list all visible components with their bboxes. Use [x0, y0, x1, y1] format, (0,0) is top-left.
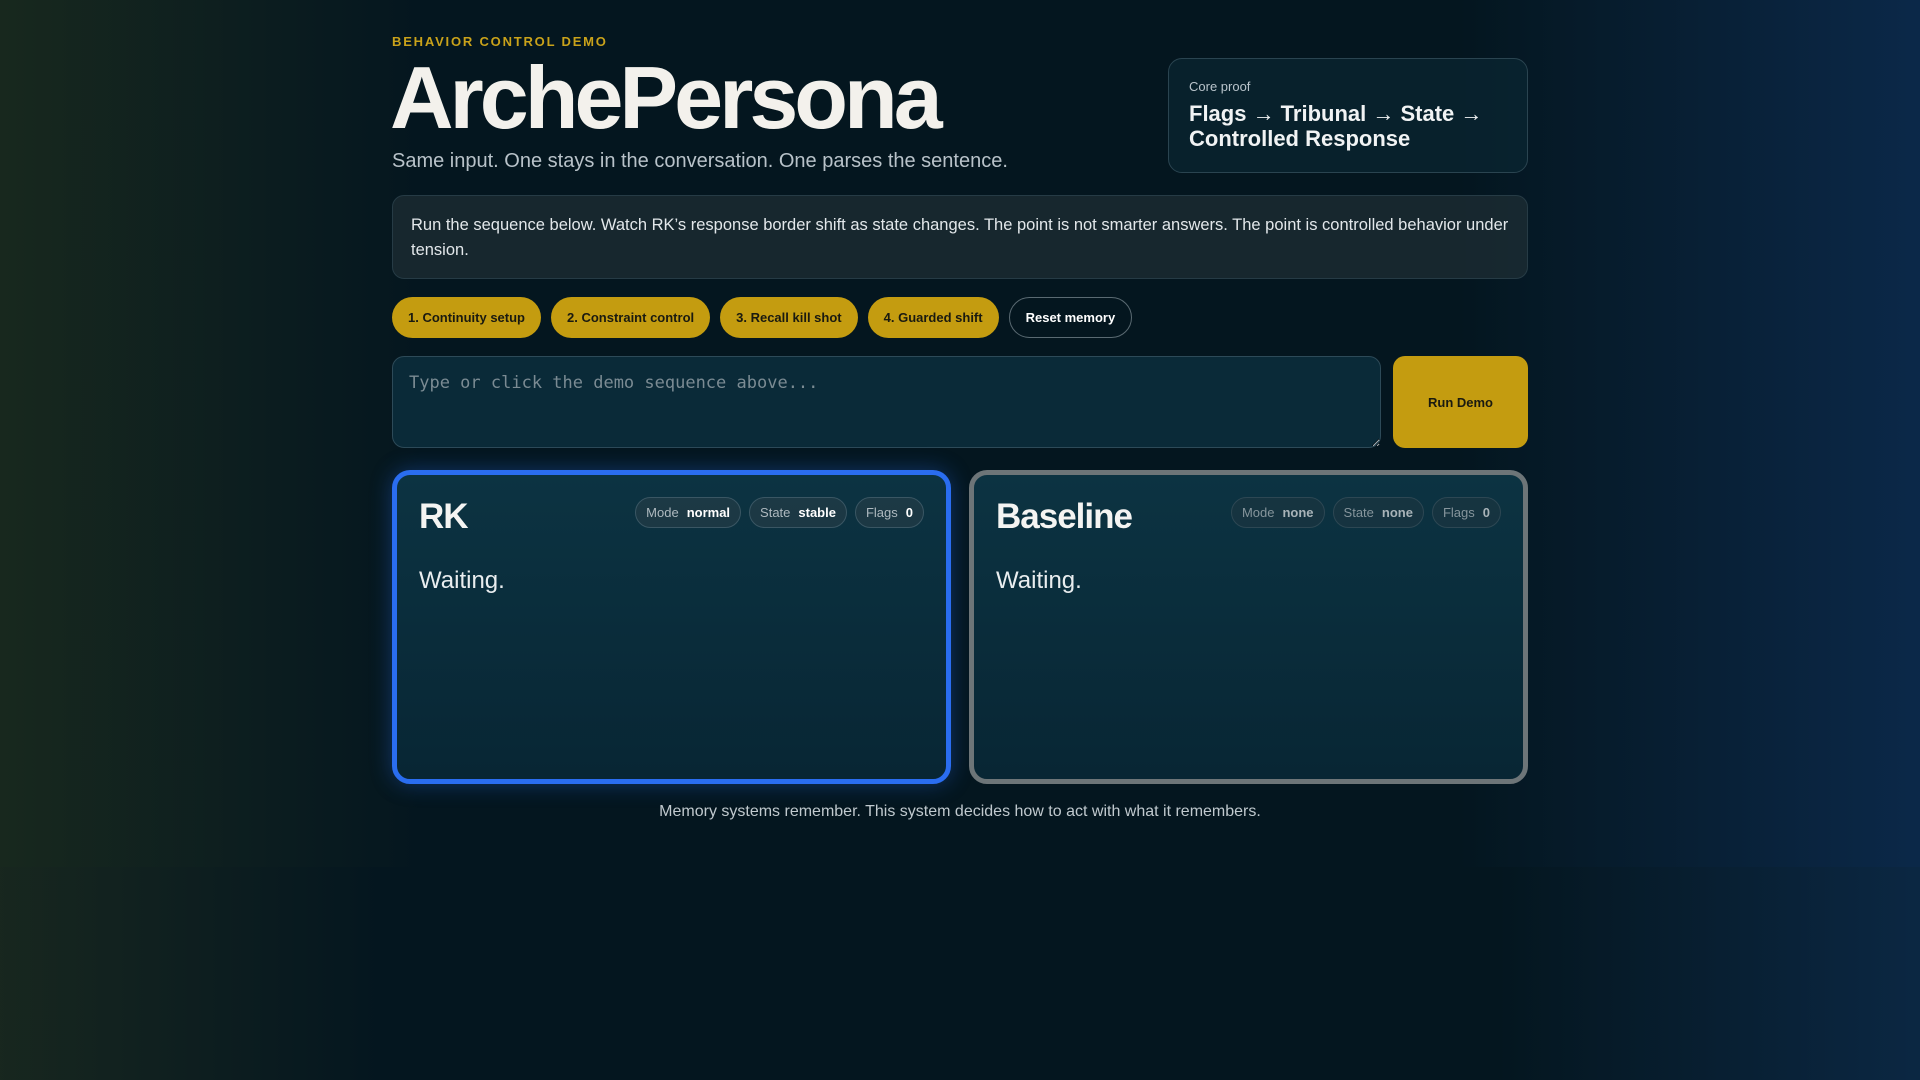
baseline-status-pills: Mode none State none Flags 0: [1230, 497, 1501, 528]
rk-flags-label: Flags: [865, 505, 898, 520]
baseline-response-text: Waiting.: [996, 567, 1082, 594]
rk-response-panel: RK Mode normal State stable Flags 0 Wait…: [392, 470, 951, 784]
rk-flags-value: 0: [905, 505, 913, 520]
rk-panel-title: RK: [419, 497, 469, 536]
baseline-state-badge: State none: [1332, 497, 1424, 528]
step-guarded-shift-button[interactable]: 4. Guarded shift: [867, 297, 999, 338]
baseline-state-value: none: [1381, 505, 1413, 520]
tagline: Same input. One stays in the conversatio…: [392, 150, 1008, 172]
instructions-box: Run the sequence below. Watch RK’s respo…: [392, 195, 1528, 279]
baseline-mode-badge: Mode none: [1230, 497, 1325, 528]
reset-memory-button[interactable]: Reset memory: [1008, 297, 1133, 338]
baseline-state-label: State: [1343, 505, 1374, 520]
prompt-input[interactable]: [393, 357, 1380, 447]
eyebrow-label: BEHAVIOR CONTROL DEMO: [392, 34, 608, 49]
baseline-panel-title: Baseline: [996, 497, 1133, 536]
rk-mode-badge: Mode normal: [635, 497, 742, 528]
core-proof-label: Core proof: [1189, 79, 1251, 94]
baseline-flags-badge: Flags 0: [1431, 497, 1501, 528]
baseline-flags-label: Flags: [1442, 505, 1475, 520]
rk-mode-value: normal: [686, 505, 731, 520]
baseline-response-panel: Baseline Mode none State none Flags 0 Wa…: [969, 470, 1528, 784]
app-title: ArchePersona: [390, 48, 943, 147]
rk-response-text: Waiting.: [419, 567, 505, 594]
core-proof-card: Core proof Flags → Tribunal → State → Co…: [1168, 58, 1528, 173]
rk-state-value: stable: [798, 505, 836, 520]
core-proof-text: Flags → Tribunal → State → Controlled Re…: [1189, 101, 1483, 151]
rk-state-badge: State stable: [749, 497, 847, 528]
rk-status-pills: Mode normal State stable Flags 0: [635, 497, 924, 528]
run-demo-button[interactable]: Run Demo: [1393, 356, 1528, 448]
prompt-input-wrapper: [392, 356, 1381, 448]
footer-note: Memory systems remember. This system dec…: [659, 803, 1261, 820]
baseline-flags-value: 0: [1482, 505, 1490, 520]
demo-sequence-bar: 1. Continuity setup 2. Constraint contro…: [392, 297, 1133, 338]
rk-state-label: State: [760, 505, 791, 520]
baseline-mode-value: none: [1282, 505, 1314, 520]
rk-flags-badge: Flags 0: [854, 497, 924, 528]
rk-mode-label: Mode: [646, 505, 679, 520]
step-constraint-control-button[interactable]: 2. Constraint control: [551, 297, 711, 338]
step-continuity-setup-button[interactable]: 1. Continuity setup: [392, 297, 541, 338]
step-recall-kill-shot-button[interactable]: 3. Recall kill shot: [720, 297, 858, 338]
baseline-mode-label: Mode: [1241, 505, 1275, 520]
